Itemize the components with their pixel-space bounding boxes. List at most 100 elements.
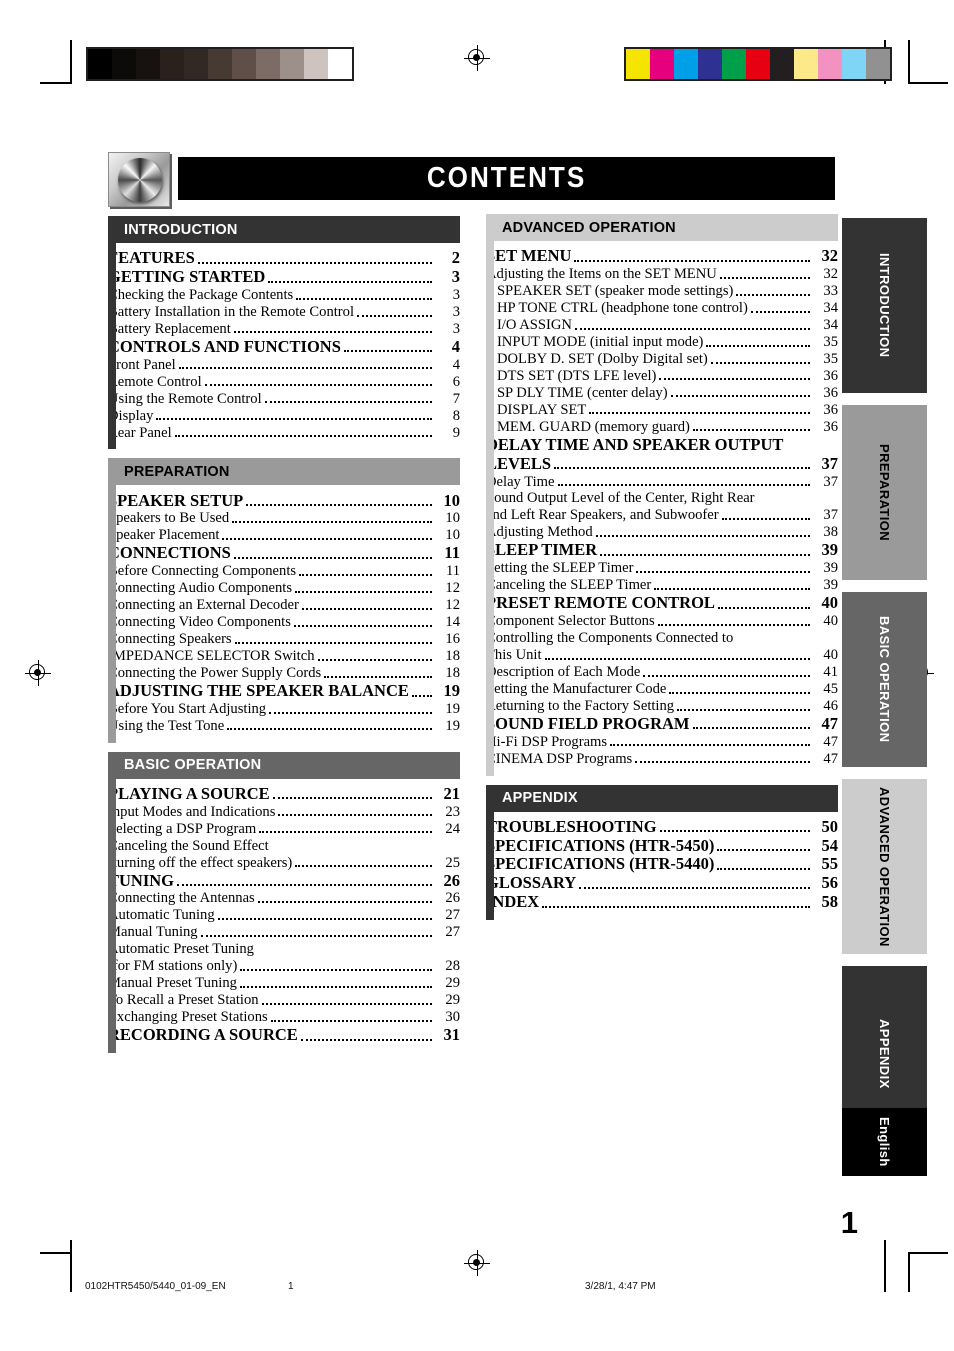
toc-entry[interactable]: 9 MEM. GUARD (memory guard) 36: [486, 419, 838, 436]
toc-entry-label: Delay Time: [486, 473, 555, 490]
toc-entry[interactable]: Before Connecting Components 11: [108, 563, 460, 580]
toc-entry[interactable]: (for FM stations only) 28: [108, 958, 460, 975]
toc-entry[interactable]: SPEAKER SETUP 10: [108, 491, 460, 510]
toc-entry[interactable]: Description of Each Mode 41: [486, 664, 838, 681]
toc-entry[interactable]: Connecting the Antennas 26: [108, 890, 460, 907]
toc-entry[interactable]: SPECIFICATIONS (HTR-5450) 54: [486, 836, 838, 855]
toc-entry[interactable]: Canceling the Sound Effect: [108, 837, 460, 854]
section-header-basic-operation: BASIC OPERATION: [108, 751, 460, 779]
toc-entry[interactable]: This Unit 40: [486, 647, 838, 664]
toc-entry[interactable]: 4 INPUT MODE (initial input mode) 35: [486, 334, 838, 351]
gray-swatch-7: [256, 49, 280, 79]
toc-leader-dots: [239, 985, 432, 988]
page-title-text: CONTENTS: [426, 162, 587, 194]
toc-entry-page: 36: [823, 384, 838, 401]
toc-entry[interactable]: Exchanging Preset Stations 30: [108, 1009, 460, 1026]
toc-entry[interactable]: Automatic Tuning 27: [108, 907, 460, 924]
toc-entry[interactable]: Manual Tuning 27: [108, 924, 460, 941]
toc-entry[interactable]: Automatic Preset Tuning: [108, 941, 460, 958]
toc-entry[interactable]: Setting the SLEEP Timer 39: [486, 560, 838, 577]
toc-entry[interactable]: Connecting Audio Components 12: [108, 580, 460, 597]
toc-entry[interactable]: Remote Control 6: [108, 374, 460, 391]
index-tab-english[interactable]: English: [842, 1108, 927, 1176]
section-header-label: INTRODUCTION: [124, 221, 238, 238]
toc-entry[interactable]: 6 DTS SET (DTS LFE level) 36: [486, 368, 838, 385]
toc-entry[interactable]: SLEEP TIMER 39: [486, 541, 838, 560]
toc-entry[interactable]: and Left Rear Speakers, and Subwoofer 37: [486, 507, 838, 524]
toc-entry[interactable]: 3 I/O ASSIGN 34: [486, 317, 838, 334]
toc-entry[interactable]: Connecting Speakers 16: [108, 631, 460, 648]
toc-section-basic-operation: BASIC OPERATION PLAYING A SOURCE 21 Input M…: [108, 751, 460, 1053]
toc-entry[interactable]: SOUND FIELD PROGRAM 47: [486, 715, 838, 734]
toc-entry[interactable]: TROUBLESHOOTING 50: [486, 818, 838, 837]
toc-entry[interactable]: Component Selector Buttons 40: [486, 613, 838, 630]
index-tab-basic-operation[interactable]: BASIC OPERATION: [842, 592, 927, 767]
toc-entry[interactable]: ADJUSTING THE SPEAKER BALANCE 19: [108, 682, 460, 701]
toc-entry[interactable]: GETTING STARTED 3: [108, 268, 460, 287]
toc-entry[interactable]: Checking the Package Contents 3: [108, 287, 460, 304]
toc-entry[interactable]: Input Modes and Indications 23: [108, 804, 460, 821]
color-swatch-0: [626, 49, 650, 79]
toc-entry[interactable]: Connecting an External Decoder 12: [108, 597, 460, 614]
toc-entry[interactable]: PLAYING A SOURCE 21: [108, 785, 460, 804]
toc-leader-dots: [636, 570, 810, 573]
toc-entry[interactable]: (turning off the effect speakers) 25: [108, 854, 460, 871]
toc-entry[interactable]: SET MENU 32: [486, 247, 838, 266]
toc-entry-label: Battery Installation in the Remote Contr…: [108, 303, 355, 320]
toc-leader-dots: [156, 418, 432, 421]
toc-entry[interactable]: CONTROLS AND FUNCTIONS 4: [108, 338, 460, 357]
toc-entry-page: 19: [443, 681, 461, 701]
toc-entry[interactable]: Battery Replacement 3: [108, 321, 460, 338]
toc-entry[interactable]: Canceling the SLEEP Timer 39: [486, 577, 838, 594]
toc-entry[interactable]: Rear Panel 9: [108, 424, 460, 441]
toc-entry[interactable]: TUNING 26: [108, 871, 460, 890]
toc-entry[interactable]: DELAY TIME AND SPEAKER OUTPUT: [486, 436, 838, 455]
toc-entry[interactable]: Speaker Placement 10: [108, 527, 460, 544]
toc-entry[interactable]: Adjusting Method 38: [486, 524, 838, 541]
toc-entry[interactable]: Adjusting the Items on the SET MENU 32: [486, 266, 838, 283]
toc-entry-label: LEVELS: [486, 453, 552, 473]
toc-entry-label: Connecting Speakers: [108, 631, 232, 648]
toc-entry-label: 1 SPEAKER SET (speaker mode settings): [486, 283, 734, 300]
index-tab-preparation[interactable]: PREPARATION: [842, 405, 927, 580]
toc-entry[interactable]: 5 DOLBY D. SET (Dolby Digital set) 35: [486, 351, 838, 368]
toc-entry[interactable]: RECORDING A SOURCE 31: [108, 1026, 460, 1045]
toc-entry[interactable]: Delay Time 37: [486, 473, 838, 490]
toc-entry[interactable]: Setting the Manufacturer Code 45: [486, 681, 838, 698]
index-tab-introduction[interactable]: INTRODUCTION: [842, 218, 927, 393]
toc-entry[interactable]: Speakers to Be Used 10: [108, 510, 460, 527]
index-tab-advanced-operation[interactable]: ADVANCED OPERATION: [842, 779, 927, 954]
toc-entry-label: Before You Start Adjusting: [108, 700, 267, 717]
toc-entry[interactable]: Battery Installation in the Remote Contr…: [108, 304, 460, 321]
toc-entry[interactable]: Front Panel 4: [108, 357, 460, 374]
toc-entry[interactable]: Manual Preset Tuning 29: [108, 975, 460, 992]
toc-entry[interactable]: Connecting the Power Supply Cords 18: [108, 665, 460, 682]
toc-entry[interactable]: Using the Remote Control 7: [108, 390, 460, 407]
toc-entry[interactable]: PRESET REMOTE CONTROL 40: [486, 594, 838, 613]
toc-entry[interactable]: Connecting Video Components 14: [108, 614, 460, 631]
toc-entry[interactable]: LEVELS 37: [486, 454, 838, 473]
toc-entry[interactable]: Sound Output Level of the Center, Right …: [486, 490, 838, 507]
toc-entry-label: IMPEDANCE SELECTOR Switch: [108, 648, 315, 665]
toc-entry[interactable]: 1 SPEAKER SET (speaker mode settings) 33: [486, 283, 838, 300]
toc-entry[interactable]: 7 SP DLY TIME (center delay) 36: [486, 385, 838, 402]
toc-entry[interactable]: CINEMA DSP Programs 47: [486, 751, 838, 768]
toc-entry[interactable]: Using the Test Tone 19: [108, 718, 460, 735]
toc-entry[interactable]: 8 DISPLAY SET 36: [486, 402, 838, 419]
toc-entry[interactable]: Selecting a DSP Program 24: [108, 821, 460, 838]
toc-entry[interactable]: Before You Start Adjusting 19: [108, 701, 460, 718]
toc-entry[interactable]: To Recall a Preset Station 29: [108, 992, 460, 1009]
toc-entry[interactable]: FEATURES 2: [108, 249, 460, 268]
toc-entry[interactable]: SPECIFICATIONS (HTR-5440) 55: [486, 855, 838, 874]
toc-entry[interactable]: CONNECTIONS 11: [108, 544, 460, 563]
toc-entry[interactable]: Display 8: [108, 407, 460, 424]
toc-entry[interactable]: Hi-Fi DSP Programs 47: [486, 734, 838, 751]
toc-entry[interactable]: INDEX 58: [486, 893, 838, 912]
toc-leader-dots: [721, 518, 810, 521]
toc-entry[interactable]: Controlling the Components Connected to: [486, 630, 838, 647]
toc-leader-dots: [542, 905, 810, 908]
toc-entry[interactable]: Returning to the Factory Setting 46: [486, 698, 838, 715]
toc-entry[interactable]: IMPEDANCE SELECTOR Switch 18: [108, 648, 460, 665]
toc-entry[interactable]: 2 HP TONE CTRL (headphone tone control) 3…: [486, 300, 838, 317]
toc-entry[interactable]: GLOSSARY 56: [486, 874, 838, 893]
